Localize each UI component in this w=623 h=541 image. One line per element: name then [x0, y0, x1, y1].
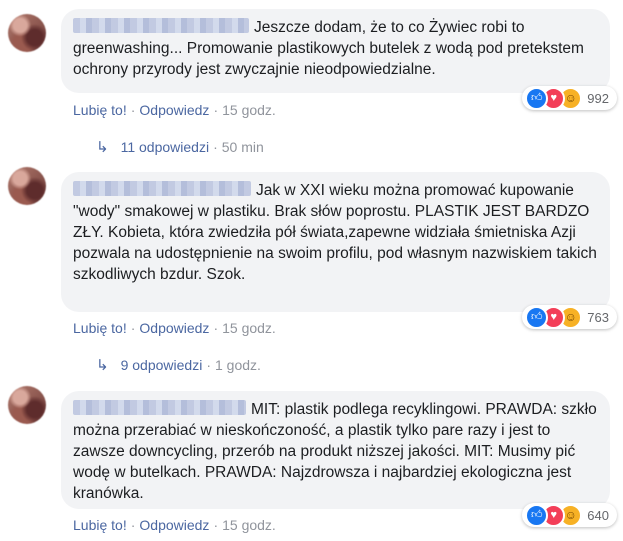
reply-link[interactable]: Odpowiedz [139, 517, 209, 533]
replies-link[interactable]: 11 odpowiedzi [121, 139, 209, 155]
like-link[interactable]: Lubię to! [73, 517, 127, 533]
reply-arrow-icon: ↳ [96, 357, 109, 374]
comment-text: Jak w XXI wieku można promować kupowanie… [73, 182, 597, 283]
reply-link[interactable]: Odpowiedz [139, 320, 209, 336]
comment-time[interactable]: 15 godz. [222, 102, 276, 118]
like-icon: 👍︎ [525, 305, 549, 329]
like-icon: 👍︎ [525, 86, 549, 110]
replies-time: 50 min [221, 139, 264, 155]
reactions-summary[interactable]: 👍︎ ♥ ☺ 763 [522, 305, 617, 329]
author-name-blurred[interactable] [73, 181, 251, 196]
author-name-blurred[interactable] [73, 400, 246, 415]
reply-arrow-icon: ↳ [96, 139, 109, 156]
comment-actions: Lubię to! · Odpowiedz · 15 godz. [73, 102, 276, 118]
comment-text: MIT: plastik podlega recyklingowi. PRAWD… [73, 401, 597, 502]
reactions-summary[interactable]: 👍︎ ♥ ☺ 640 [522, 503, 617, 527]
like-icon: 👍︎ [525, 503, 549, 527]
avatar[interactable] [8, 386, 46, 424]
reaction-count: 640 [587, 507, 609, 523]
comment-bubble: Jeszcze dodam, że to co Żywiec robi to g… [61, 9, 610, 93]
comment-bubble: MIT: plastik podlega recyklingowi. PRAWD… [61, 391, 610, 509]
reactions-summary[interactable]: 👍︎ ♥ ☺ 992 [522, 86, 617, 110]
view-replies[interactable]: ↳ 9 odpowiedzi · 1 godz. [96, 356, 261, 374]
avatar[interactable] [8, 167, 46, 205]
reply-link[interactable]: Odpowiedz [139, 102, 209, 118]
like-link[interactable]: Lubię to! [73, 320, 127, 336]
replies-link[interactable]: 9 odpowiedzi [121, 357, 203, 373]
comment-actions: Lubię to! · Odpowiedz · 15 godz. [73, 517, 276, 533]
reaction-count: 763 [587, 309, 609, 325]
view-replies[interactable]: ↳ 11 odpowiedzi · 50 min [96, 138, 264, 156]
reaction-count: 992 [587, 90, 609, 106]
comment-bubble: Jak w XXI wieku można promować kupowanie… [61, 172, 610, 312]
avatar[interactable] [8, 14, 46, 52]
comment-time[interactable]: 15 godz. [222, 517, 276, 533]
replies-time: 1 godz. [214, 357, 261, 373]
author-name-blurred[interactable] [73, 18, 249, 33]
comment-time[interactable]: 15 godz. [222, 320, 276, 336]
comment-actions: Lubię to! · Odpowiedz · 15 godz. [73, 320, 276, 336]
like-link[interactable]: Lubię to! [73, 102, 127, 118]
